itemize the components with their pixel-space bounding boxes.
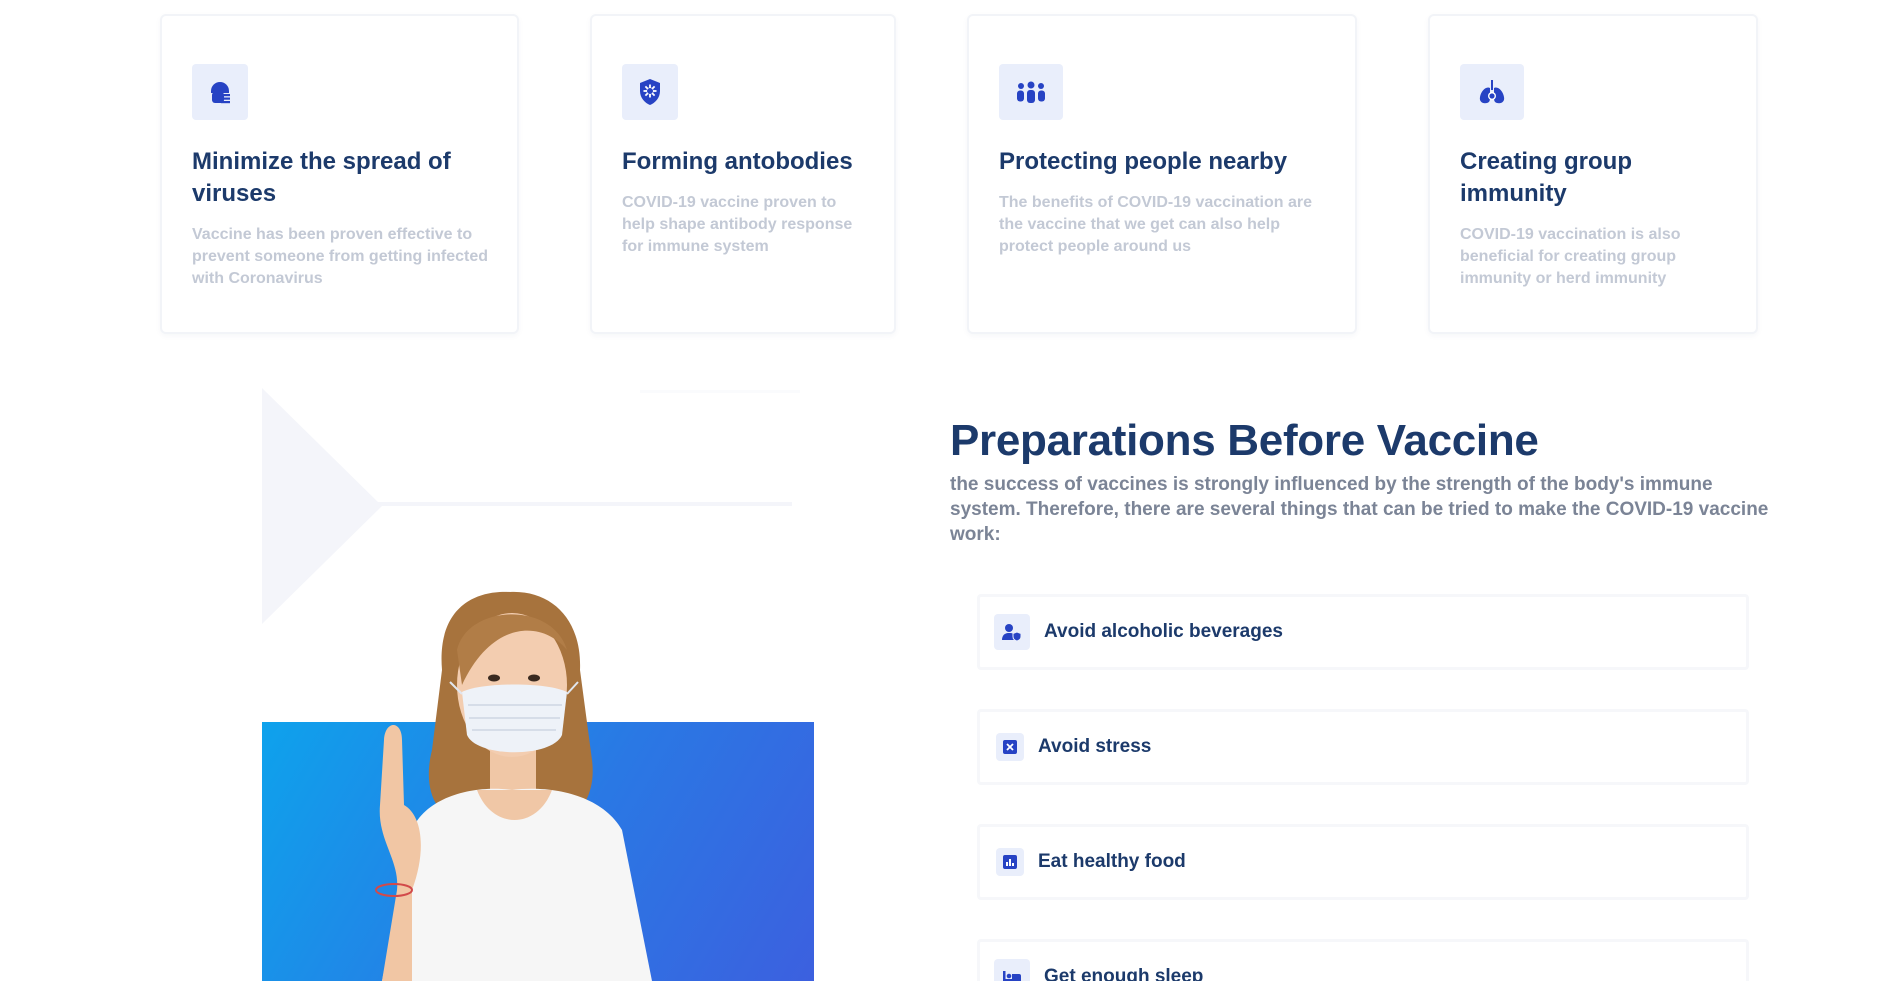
benefit-card-protecting-people: Protecting people nearby The benefits of… (967, 14, 1357, 334)
people-group-icon (999, 64, 1063, 120)
benefit-card-forming-antibodies: Forming antobodies COVID-19 vaccine prov… (590, 14, 896, 334)
prep-item-label: Avoid alcoholic beverages (1044, 621, 1283, 642)
close-box-icon (996, 733, 1024, 761)
decorative-triangle (262, 388, 382, 624)
card-title: Creating group immunity (1460, 148, 1632, 207)
bar-chart-icon (996, 848, 1024, 876)
prep-item-label: Avoid stress (1038, 736, 1152, 757)
benefit-card-minimize-spread: Minimize the spread of viruses Vaccine h… (160, 14, 519, 334)
card-description: Vaccine has been proven effective to pre… (192, 226, 489, 287)
card-title: Protecting people nearby (999, 148, 1288, 175)
section-title: Preparations Before Vaccine (950, 416, 1539, 465)
shield-virus-icon (622, 64, 678, 120)
prep-item-get-sleep: Get enough sleep (977, 939, 1749, 981)
face-mask-icon (192, 64, 248, 120)
prep-item-avoid-alcohol: Avoid alcoholic beverages (977, 594, 1749, 670)
card-description: COVID-19 vaccine proven to help shape an… (622, 194, 853, 255)
decorative-line (640, 390, 800, 393)
benefit-card-group-immunity: Creating group immunity COVID-19 vaccina… (1428, 14, 1758, 334)
bed-icon (994, 959, 1030, 981)
prep-item-eat-healthy: Eat healthy food (977, 824, 1749, 900)
card-description: The benefits of COVID-19 vaccination are… (999, 194, 1312, 255)
decorative-line (262, 502, 792, 506)
woman-with-mask-photo (375, 591, 652, 981)
prep-item-label: Get enough sleep (1044, 966, 1204, 981)
card-description: COVID-19 vaccination is also beneficial … (1460, 226, 1681, 287)
card-title: Forming antobodies (622, 148, 853, 175)
card-title: Minimize the spread of viruses (192, 148, 451, 207)
prep-item-avoid-stress: Avoid stress (977, 709, 1749, 785)
user-shield-icon (994, 614, 1030, 650)
lungs-virus-icon (1460, 64, 1524, 120)
section-description: the success of vaccines is strongly infl… (950, 474, 1769, 545)
prep-item-label: Eat healthy food (1038, 851, 1186, 872)
